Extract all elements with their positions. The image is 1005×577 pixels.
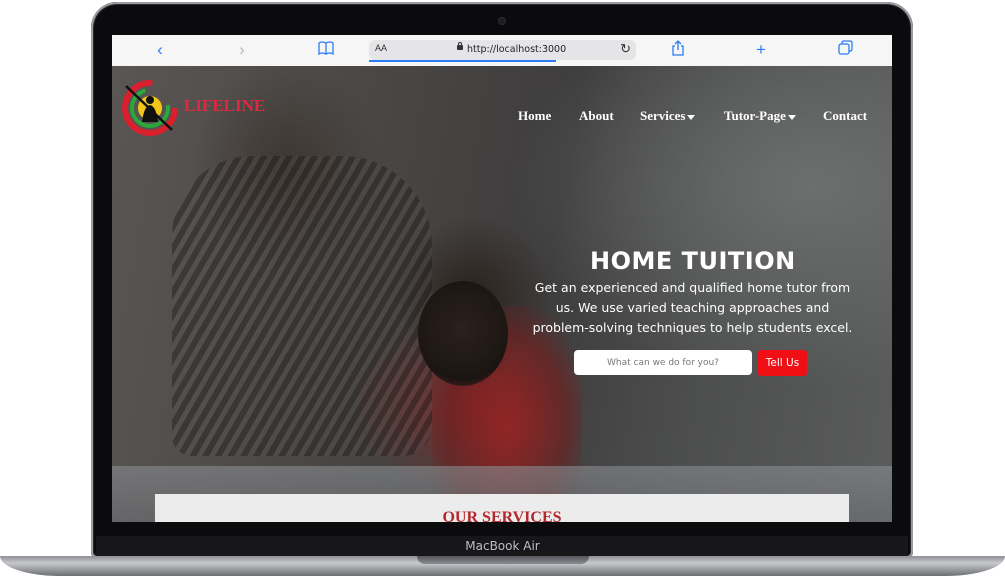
caret-down-icon <box>687 114 696 120</box>
back-icon[interactable]: ‹ <box>149 40 171 60</box>
web-page: LIFELINE Home About Services Tutor-Page … <box>112 66 892 522</box>
page-load-progress <box>369 60 556 62</box>
url-text: http://localhost:3000 <box>467 44 567 55</box>
hero-title: HOME TUITION <box>590 247 796 275</box>
nav-services[interactable]: Services <box>640 108 696 124</box>
caret-down-icon <box>787 114 796 120</box>
brand-name[interactable]: LIFELINE <box>184 96 265 116</box>
nav-tutor-page-label: Tutor-Page <box>724 108 786 123</box>
forward-icon[interactable]: › <box>231 40 253 60</box>
reload-icon[interactable]: ↻ <box>620 41 631 57</box>
services-heading: OUR SERVICES <box>442 509 562 522</box>
hero-subtitle: Get an experienced and qualified home tu… <box>532 280 853 335</box>
new-tab-icon[interactable]: + <box>750 40 772 60</box>
bookmarks-icon[interactable] <box>315 40 337 60</box>
laptop-hinge-notch <box>417 556 589 564</box>
nav-about[interactable]: About <box>579 108 614 124</box>
lifeline-logo[interactable] <box>120 78 180 138</box>
browser-toolbar: ‹ › AA http://localhost:3000 ↻ + <box>112 35 892 67</box>
nav-home[interactable]: Home <box>518 108 551 124</box>
nav-services-label: Services <box>640 108 686 123</box>
tabs-icon[interactable] <box>834 40 856 60</box>
model-label: MacBook Air <box>465 539 540 553</box>
tell-us-button[interactable]: Tell Us <box>758 350 807 376</box>
nav-contact[interactable]: Contact <box>823 108 867 124</box>
address-bar[interactable]: AA http://localhost:3000 ↻ <box>369 40 636 62</box>
lock-icon <box>457 42 463 50</box>
inquiry-input[interactable] <box>574 350 752 375</box>
hero-photo-student-head <box>418 281 508 386</box>
text-size-icon[interactable]: AA <box>375 43 387 53</box>
webcam <box>499 18 505 24</box>
hero-photo-tutor <box>172 156 432 456</box>
laptop-screen: ‹ › AA http://localhost:3000 ↻ + LIFELIN… <box>112 35 892 522</box>
services-section: OUR SERVICES <box>155 494 849 522</box>
nav-tutor-page[interactable]: Tutor-Page <box>724 108 796 124</box>
share-icon[interactable] <box>667 40 689 60</box>
